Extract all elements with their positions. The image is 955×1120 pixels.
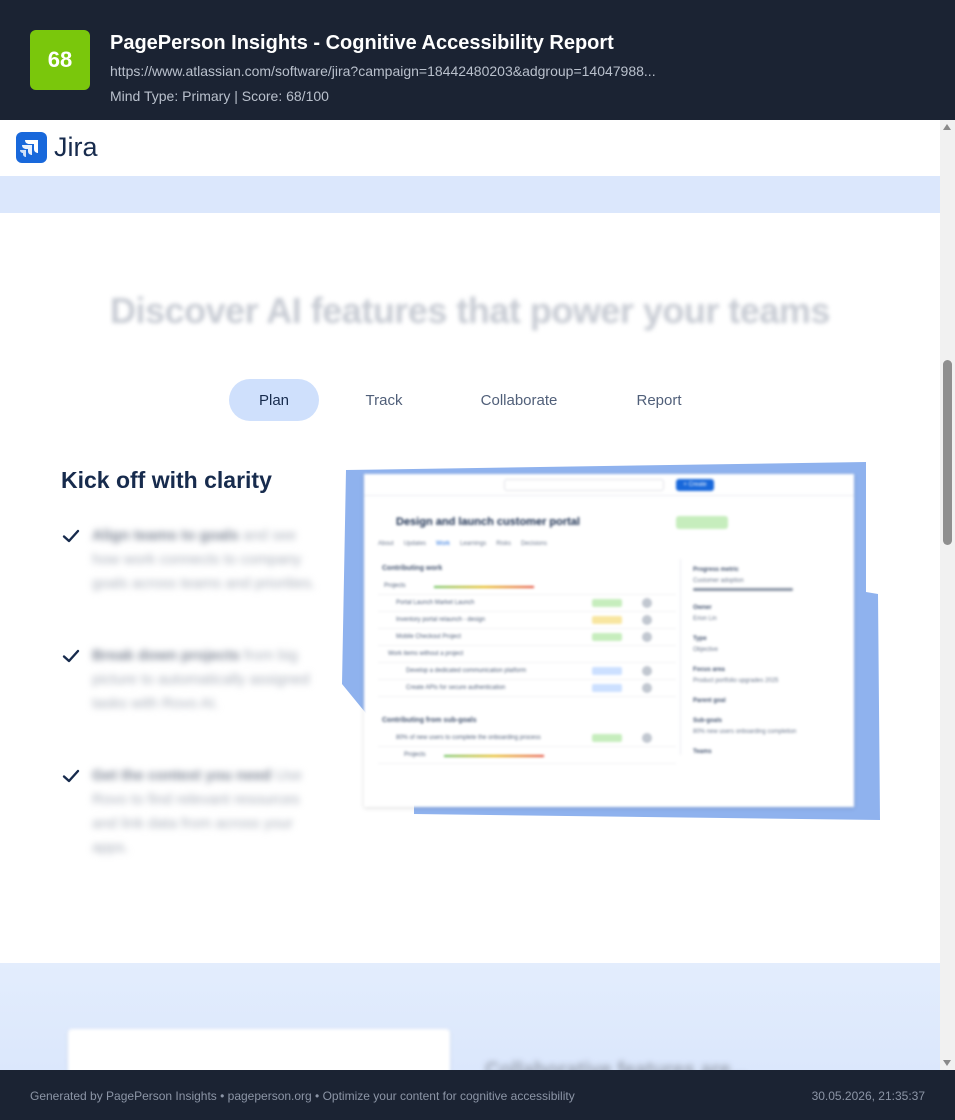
promo-strip xyxy=(0,176,940,213)
preview-row: Work items without a project xyxy=(378,646,676,663)
preview-side-value: Product portfolio upgrades 2025 xyxy=(693,678,779,684)
report-footer: Generated by PagePerson Insights • pagep… xyxy=(0,1070,955,1120)
feature-item: Break down projects from big picture to … xyxy=(61,644,321,744)
jira-logo[interactable]: Jira xyxy=(16,132,98,163)
preview-side-value: Objective xyxy=(693,647,719,653)
report-title: PagePerson Insights - Cognitive Accessib… xyxy=(110,32,614,54)
preview-tab: Learnings xyxy=(459,541,487,547)
preview-tabs: About Updates Work Learnings Risks Decis… xyxy=(378,541,547,547)
preview-side-label: Teams xyxy=(693,749,712,755)
report-url[interactable]: https://www.atlassian.com/software/jira?… xyxy=(110,63,656,79)
preview-tab: About xyxy=(378,541,394,547)
scroll-down-arrow-icon[interactable] xyxy=(943,1060,951,1066)
preview-row: Projects xyxy=(378,578,676,595)
check-icon xyxy=(62,529,80,543)
preview-work-list: Contributing work Projects Portal Launch… xyxy=(378,559,676,764)
preview-section-title: Contributing from sub-goals xyxy=(382,717,477,724)
preview-progress-bar xyxy=(693,588,793,591)
preview-side-label: Progress metric xyxy=(693,567,739,573)
feature-text: Align teams to goals and see how work co… xyxy=(92,527,316,592)
score-badge: 68 xyxy=(30,30,90,90)
preview-tab: Decisions xyxy=(520,541,547,547)
preview-row: Portal Launch Market Launch xyxy=(378,595,676,612)
preview-tab: Risks xyxy=(496,541,511,547)
feature-tabs: Plan Track Collaborate Report xyxy=(229,379,729,421)
preview-row: Inventory portal relaunch - design xyxy=(378,612,676,629)
preview-side-label: Parent goal xyxy=(693,698,726,704)
tab-report[interactable]: Report xyxy=(589,379,729,421)
jira-wordmark: Jira xyxy=(54,132,98,162)
preview-row: Mobile Checkout Project xyxy=(378,629,676,646)
preview-search xyxy=(504,479,664,491)
preview-status-badge xyxy=(676,516,728,529)
hero-heading: Discover AI features that power your tea… xyxy=(110,290,830,331)
preview-side-value: 80% new users onboarding completion xyxy=(693,729,797,735)
preview-side-label: Focus area xyxy=(693,667,725,673)
preview-row: Develop a dedicated communication platfo… xyxy=(378,663,676,680)
goal-page-preview: + Create Design and launch customer port… xyxy=(364,474,854,807)
preview-row: Projects xyxy=(378,747,676,764)
check-icon xyxy=(62,769,80,783)
feature-title: Kick off with clarity xyxy=(61,467,272,493)
next-section: Collaborative features are... xyxy=(0,963,940,1070)
preview-tab: Updates xyxy=(403,541,427,547)
preview-topbar: + Create xyxy=(364,474,854,496)
page-viewport: Jira Discover AI features that power you… xyxy=(0,120,955,1070)
preview-sidebar: Progress metric Customer adoption Owner … xyxy=(680,559,840,755)
preview-side-value: Customer adoption xyxy=(693,578,744,584)
feature-text: Get the context you need Use Rovo to fin… xyxy=(92,767,303,856)
next-section-heading: Collaborative features are... xyxy=(485,1059,748,1070)
page-content: Jira Discover AI features that power you… xyxy=(0,120,940,1070)
preview-row: 80% of new users to complete the onboard… xyxy=(378,730,676,747)
preview-side-value: Erion Lin xyxy=(693,616,717,622)
preview-create-button: + Create xyxy=(676,479,714,491)
scroll-thumb[interactable] xyxy=(943,360,952,545)
check-icon xyxy=(62,649,80,663)
feature-text: Break down projects from big picture to … xyxy=(92,647,310,712)
preview-side-label: Type xyxy=(693,636,707,642)
product-screenshot: + Create Design and launch customer port… xyxy=(342,462,880,820)
page-scrollbar[interactable] xyxy=(940,120,955,1070)
feature-item: Get the context you need Use Rovo to fin… xyxy=(61,764,321,864)
report-meta: Mind Type: Primary | Score: 68/100 xyxy=(110,88,329,104)
jira-logo-icon xyxy=(16,132,47,163)
preview-side-label: Sub-goals xyxy=(693,718,723,724)
tab-collaborate[interactable]: Collaborate xyxy=(449,379,589,421)
preview-row: Create APIs for secure authentication xyxy=(378,680,676,697)
tab-plan[interactable]: Plan xyxy=(229,379,319,421)
preview-section-title: Contributing work xyxy=(382,565,443,572)
preview-title: Design and launch customer portal xyxy=(396,516,580,528)
report-header: 68 PagePerson Insights - Cognitive Acces… xyxy=(0,0,955,120)
preview-side-label: Owner xyxy=(693,605,712,611)
tab-track[interactable]: Track xyxy=(319,379,449,421)
feature-item: Align teams to goals and see how work co… xyxy=(61,524,321,624)
next-section-preview xyxy=(68,1029,450,1070)
footer-credits: Generated by PagePerson Insights • pagep… xyxy=(30,1089,575,1103)
scroll-up-arrow-icon[interactable] xyxy=(943,124,951,130)
preview-tab: Work xyxy=(436,541,450,547)
footer-timestamp: 30.05.2026, 21:35:37 xyxy=(811,1089,925,1103)
